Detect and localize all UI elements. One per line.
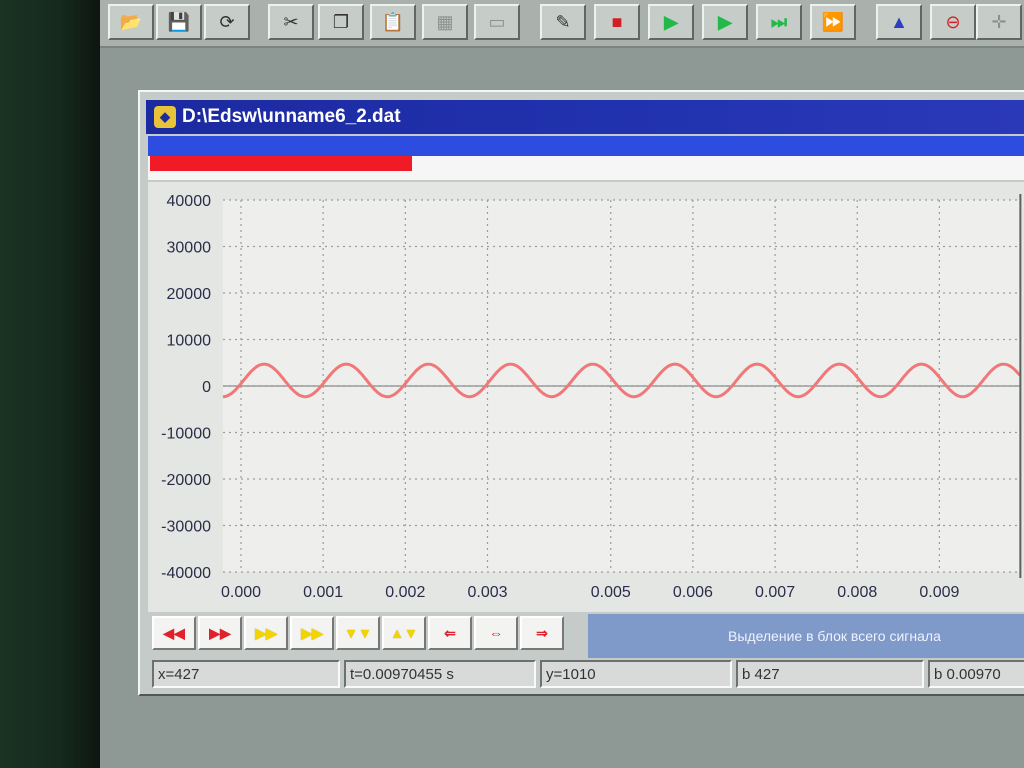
no-entry-button[interactable]: ⊖ [930,4,976,40]
fast-right-2-icon: ▶▶ [301,624,323,641]
copy-icon: ❐ [332,11,350,32]
x-tick-label: 0.007 [755,584,795,601]
cut-button[interactable]: ✂ [268,4,314,40]
play-icon: ▶ [664,11,678,32]
zoom-y-out-icon: ▲▼ [390,625,418,641]
grid-button[interactable]: ▦ [422,4,468,40]
fast-right-icon: ▶▶ [255,624,277,641]
fast-right-button[interactable]: ▶▶ [244,616,288,650]
paste-button[interactable]: 📋 [370,4,416,40]
signal-window: ◆ D:\Edsw\unname6_2.dat 40000 30000 20000 1… [138,90,1024,696]
shift-center-icon: ⇔ [489,625,503,641]
fast-play-button[interactable]: ⏩ [810,4,856,40]
forward-button[interactable]: ▶▶ [198,616,242,650]
record-play-icon: ▶ [718,11,732,32]
status-message: Выделение в блок всего сигнала [588,614,1024,658]
probe-icon: ✎ [555,11,571,32]
disabled-icon: ▭ [488,11,506,32]
crosshair-icon: ✛ [991,11,1007,32]
refresh-button[interactable]: ⟳ [204,4,250,40]
b-index-field: b 427 [736,660,924,688]
open-icon: 📂 [119,11,143,32]
status-message-text: Выделение в блок всего сигнала [728,628,941,644]
y-tick-label: -40000 [161,565,211,582]
y-field: y=1010 [540,660,732,688]
step-forward-icon: ⏭ [770,11,788,32]
shift-left-button[interactable]: ⇐ [428,616,472,650]
cut-icon: ✂ [283,11,299,32]
status-row: x=427 t=0.00970455 s y=1010 b 427 b 0.00… [152,660,1024,690]
plot-area[interactable]: 40000 30000 20000 10000 0 -10000 -20000 -30000 -… [148,182,1024,612]
y-tick-label: 20000 [167,286,212,303]
play-button[interactable]: ▶ [648,4,694,40]
zoom-y-in-button[interactable]: ▼▼ [336,616,380,650]
x-tick-label: 0.006 [673,584,713,601]
y-tick-label: 0 [202,379,211,396]
x-tick-label: 0.000 [221,584,261,601]
window-blue-strip [148,136,1024,158]
triangle-button[interactable]: ▲ [876,4,922,40]
zoom-y-in-icon: ▼▼ [344,625,372,641]
grid-icon: ▦ [436,11,454,32]
y-tick-label: -20000 [161,472,211,489]
navigation-bar: ◀◀ ▶▶ ▶▶ ▶▶ ▼▼ ▲▼ ⇐ ⇔ ⇒ Выделение в блок всего с… [152,612,1024,658]
fast-play-icon: ⏩ [821,11,845,32]
y-tick-label: 30000 [167,240,212,257]
save-icon: 💾 [167,11,191,32]
forward-icon: ▶▶ [209,624,231,641]
shift-center-button[interactable]: ⇔ [474,616,518,650]
y-tick-label: 40000 [167,193,212,210]
monitor-bezel [0,0,100,768]
refresh-icon: ⟳ [219,11,235,32]
t-field: t=0.00970455 s [344,660,536,688]
x-tick-label: 0.009 [919,584,959,601]
x-tick-label: 0.008 [837,584,877,601]
fast-right-2-button[interactable]: ▶▶ [290,616,334,650]
stop-button[interactable]: ■ [594,4,640,40]
zoom-y-out-button[interactable]: ▲▼ [382,616,426,650]
window-title: D:\Edsw\unname6_2.dat [182,106,401,127]
triangle-icon: ▲ [890,11,908,32]
stop-icon: ■ [611,11,623,32]
open-button[interactable]: 📂 [108,4,154,40]
disabled-button[interactable]: ▭ [474,4,520,40]
y-tick-label: -10000 [161,426,211,443]
x-tick-label: 0.002 [385,584,425,601]
paste-icon: 📋 [381,11,405,32]
rewind-button[interactable]: ◀◀ [152,616,196,650]
rewind-icon: ◀◀ [163,624,185,641]
shift-right-icon: ⇒ [536,624,548,641]
window-titlebar[interactable]: ◆ D:\Edsw\unname6_2.dat [146,100,1024,134]
b-time-field: b 0.00970 [928,660,1024,688]
step-forward-button[interactable]: ⏭ [756,4,802,40]
y-tick-label: -30000 [161,519,211,536]
probe-button[interactable]: ✎ [540,4,586,40]
x-tick-label: 0.003 [467,584,507,601]
main-toolbar: 📂 💾 ⟳ ✂ ❐ 📋 ▦ ▭ ✎ ■ ▶ ▶ ⏭ ⏩ ▲ ⊖ ✛ [100,0,1024,48]
crosshair-button[interactable]: ✛ [976,4,1022,40]
signal-chart[interactable]: 40000 30000 20000 10000 0 -10000 -20000 -30000 -… [148,182,1024,612]
copy-button[interactable]: ❐ [318,4,364,40]
record-play-button[interactable]: ▶ [702,4,748,40]
save-button[interactable]: 💾 [156,4,202,40]
x-tick-label: 0.001 [303,584,343,601]
overview-progress[interactable] [150,156,412,171]
app-icon: ◆ [154,106,176,128]
shift-left-icon: ⇐ [444,624,456,641]
no-entry-icon: ⊖ [945,11,961,32]
x-field: x=427 [152,660,340,688]
shift-right-button[interactable]: ⇒ [520,616,564,650]
x-tick-label: 0.005 [591,584,631,601]
y-tick-label: 10000 [167,333,212,350]
